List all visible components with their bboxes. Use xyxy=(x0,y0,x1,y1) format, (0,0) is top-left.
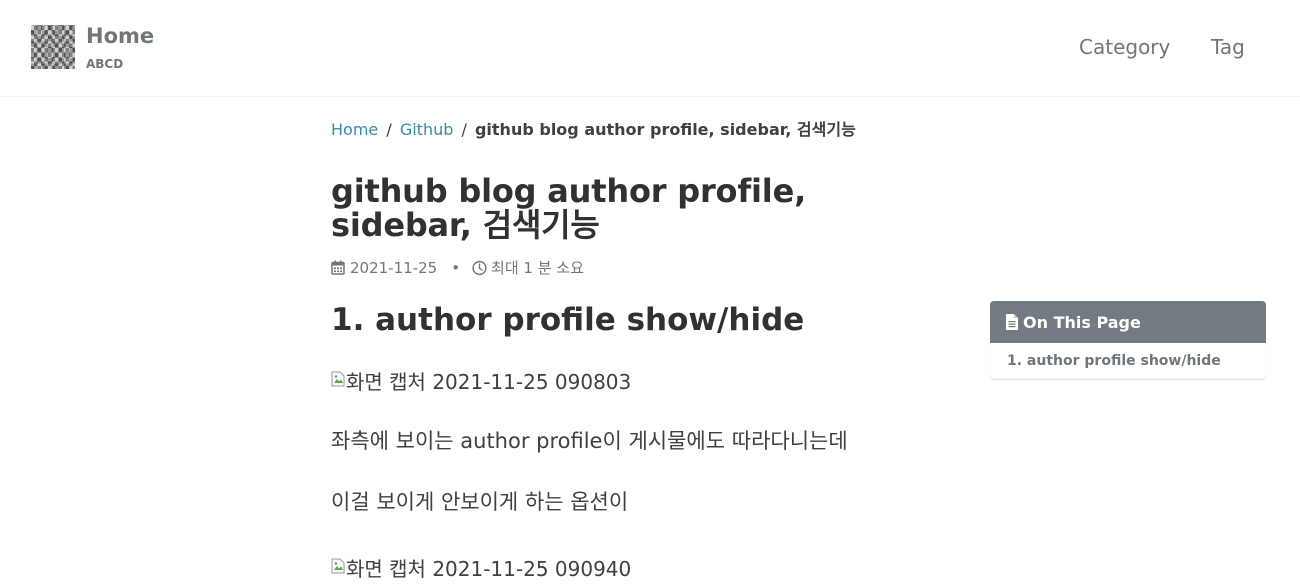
paragraph: 좌측에 보이는 author profile이 게시물에도 따라다니는데 xyxy=(331,429,848,453)
meta-separator: • xyxy=(451,258,461,277)
toc-title: On This Page xyxy=(1023,312,1141,332)
breadcrumb-github-link[interactable]: Github xyxy=(400,120,454,139)
masthead: Home ABCD Category Tag xyxy=(0,0,1300,97)
image-alt-text: 화면 캡처 2021-11-25 090940 xyxy=(346,557,632,581)
page-title: github blog author profile, sidebar, 검색기… xyxy=(331,172,807,244)
site-title-link[interactable]: Home xyxy=(86,24,154,48)
site-subtitle: ABCD xyxy=(86,57,124,71)
post-meta: 2021-11-25 • 최대 1 분 소요 xyxy=(331,257,584,278)
toc-header: On This Page xyxy=(990,301,1266,343)
breadcrumb-separator: / xyxy=(386,120,392,139)
clock-icon xyxy=(472,260,487,276)
content-image: 화면 캡처 2021-11-25 090940 xyxy=(331,553,631,582)
breadcrumb-home-link[interactable]: Home xyxy=(331,120,378,139)
breadcrumb-current: github blog author profile, sidebar, 검색기… xyxy=(474,120,856,139)
file-text-icon xyxy=(1006,314,1018,330)
nav-category-link[interactable]: Category xyxy=(1079,35,1170,59)
paragraph: 이걸 보이게 안보이게 하는 옵션이 xyxy=(331,490,629,514)
content-image: 화면 캡처 2021-11-25 090803 xyxy=(331,366,631,395)
calendar-icon xyxy=(331,260,346,275)
post-date: 2021-11-25 xyxy=(350,258,438,277)
breadcrumb-separator: / xyxy=(461,120,467,139)
nav-tag-link[interactable]: Tag xyxy=(1211,35,1245,59)
broken-image-icon xyxy=(331,368,345,387)
section-heading: 1. author profile show/hide xyxy=(331,302,805,338)
table-of-contents: On This Page 1. author profile show/hide xyxy=(990,301,1266,379)
toc-item[interactable]: 1. author profile show/hide xyxy=(990,343,1266,379)
broken-image-icon xyxy=(331,555,345,574)
image-alt-text: 화면 캡처 2021-11-25 090803 xyxy=(346,370,632,394)
site-logo[interactable] xyxy=(31,25,75,69)
read-time: 최대 1 분 소요 xyxy=(491,259,584,277)
breadcrumb: Home / Github / github blog author profi… xyxy=(331,116,856,140)
